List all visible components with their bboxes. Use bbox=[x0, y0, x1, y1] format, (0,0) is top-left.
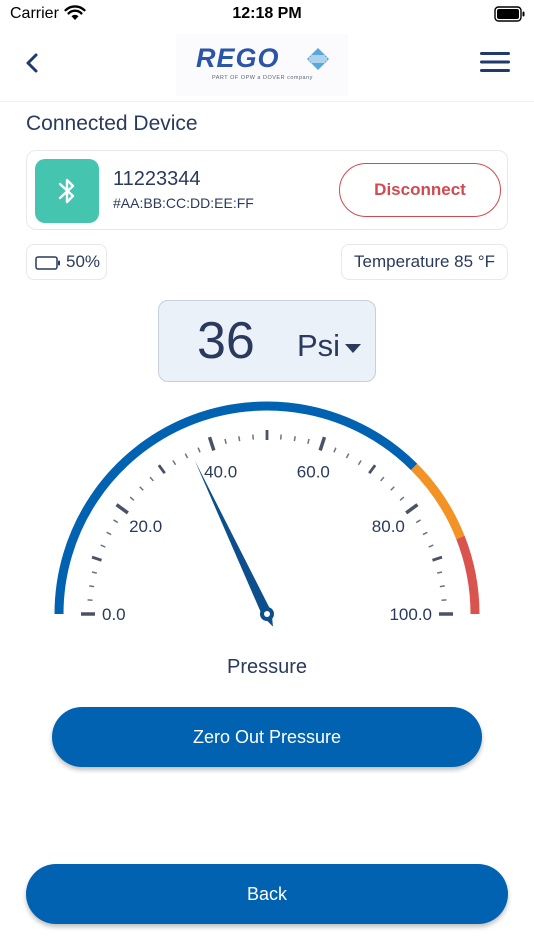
back-button[interactable]: Back bbox=[26, 864, 508, 924]
gauge-tick-label: 80.0 bbox=[372, 517, 405, 536]
battery-icon bbox=[35, 256, 60, 270]
gauge-zone-arc bbox=[410, 463, 465, 540]
gauge-minor-tick bbox=[149, 476, 154, 482]
device-mac-address: #AA:BB:CC:DD:EE:FF bbox=[113, 195, 254, 211]
gauge-minor-tick bbox=[390, 486, 395, 491]
gauge-tick-label: 40.0 bbox=[204, 462, 237, 481]
battery-chip: 50% bbox=[26, 244, 107, 280]
device-name: 11223344 bbox=[113, 168, 201, 190]
gauge-minor-tick bbox=[157, 464, 166, 475]
gauge-minor-tick bbox=[368, 464, 377, 475]
logo-wordmark: REGO bbox=[196, 43, 280, 73]
gauge-minor-tick bbox=[172, 460, 177, 466]
gauge-major-tick bbox=[115, 503, 129, 515]
caret-down-icon[interactable] bbox=[345, 344, 361, 353]
gauge-minor-tick bbox=[91, 555, 102, 562]
reading-value: 36 bbox=[197, 312, 255, 370]
gauge-minor-tick bbox=[436, 571, 443, 574]
gauge-zone-arc bbox=[54, 401, 418, 615]
gauge-major-tick bbox=[207, 436, 216, 451]
gauge-tick-label: 0.0 bbox=[102, 605, 126, 624]
gauge-minor-tick bbox=[224, 438, 227, 445]
bluetooth-icon bbox=[58, 178, 75, 204]
battery-level: 50% bbox=[66, 252, 101, 271]
zero-out-pressure-button[interactable]: Zero Out Pressure bbox=[52, 707, 482, 767]
pressure-gauge: 0.0 20.0 40.0 60.0 80.0 100.0 bbox=[54, 401, 480, 627]
gauge-minor-tick bbox=[439, 585, 445, 588]
gauge-title: Pressure bbox=[226, 656, 308, 678]
gauge-minor-tick bbox=[139, 486, 144, 491]
reading-box: 36 Psi bbox=[158, 300, 376, 382]
gauge-minor-tick bbox=[380, 476, 385, 482]
gauge-minor-tick bbox=[129, 496, 135, 501]
status-battery-icon bbox=[494, 6, 525, 22]
gauge-tick-label: 60.0 bbox=[297, 462, 330, 481]
gauge-minor-tick bbox=[293, 436, 296, 442]
gauge-minor-tick bbox=[197, 447, 201, 453]
gauge-minor-tick bbox=[89, 585, 95, 588]
gauge-minor-tick bbox=[415, 519, 421, 524]
gauge-major-tick bbox=[318, 436, 327, 451]
gauge-needle bbox=[194, 460, 273, 627]
gauge-needle-hub-center bbox=[264, 611, 270, 617]
gauge-minor-tick bbox=[428, 544, 434, 548]
gauge-minor-tick bbox=[184, 453, 189, 459]
hamburger-menu-icon[interactable] bbox=[480, 51, 510, 73]
gauge-minor-tick bbox=[333, 447, 337, 453]
gauge-tick-label: 20.0 bbox=[129, 517, 162, 536]
status-time: 12:18 PM bbox=[232, 5, 302, 22]
unit-select[interactable]: Psi bbox=[297, 328, 340, 364]
gauge-minor-tick bbox=[422, 531, 428, 536]
logo-tagline: PART OF OPW a DOVER company bbox=[212, 75, 313, 81]
gauge-minor-tick bbox=[100, 544, 106, 548]
gauge-minor-tick bbox=[238, 436, 241, 442]
gauge-zone-arc bbox=[456, 535, 480, 615]
gauge-minor-tick bbox=[357, 460, 362, 466]
section-title: Connected Device bbox=[26, 112, 198, 135]
logo-diamond-icon bbox=[307, 48, 329, 70]
gauge-major-tick bbox=[405, 503, 419, 515]
disconnect-button[interactable]: Disconnect bbox=[339, 163, 501, 217]
status-bar: Carrier 12:18 PM bbox=[0, 0, 534, 30]
bluetooth-tile bbox=[35, 159, 99, 223]
gauge-minor-tick bbox=[307, 438, 310, 445]
gauge-minor-tick bbox=[432, 555, 443, 562]
gauge-minor-tick bbox=[399, 496, 405, 501]
nav-bar: REGO PART OF OPW a DOVER company bbox=[0, 30, 534, 102]
device-card: 11223344 #AA:BB:CC:DD:EE:FF Disconnect bbox=[26, 150, 508, 230]
rego-logo: REGO PART OF OPW a DOVER company bbox=[176, 34, 348, 96]
gauge-minor-tick bbox=[113, 519, 119, 524]
chevron-left-icon[interactable] bbox=[20, 50, 44, 76]
gauge-minor-tick bbox=[345, 453, 350, 459]
gauge-minor-tick bbox=[106, 531, 112, 536]
gauge-minor-tick bbox=[91, 571, 98, 574]
temperature-chip: Temperature 85 °F bbox=[341, 244, 508, 280]
gauge-tick-label: 100.0 bbox=[389, 605, 432, 624]
